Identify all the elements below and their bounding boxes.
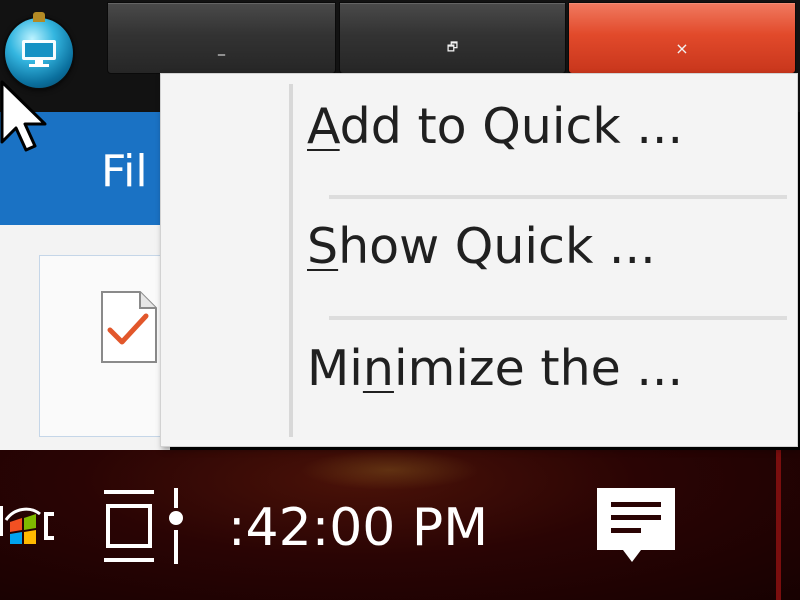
task-view-icon[interactable] [100,488,190,566]
orb-cap [33,12,45,22]
menu-separator [329,316,787,320]
menu-item-mnemonic: A [307,98,340,155]
notification-icon[interactable] [595,486,677,566]
restore-icon: 🗗 [446,39,459,54]
menu-item-label-post: imize the ... [393,340,684,397]
wallpaper-glow [300,450,480,490]
screen: _ 🗗 × Fil Add to Quick ... Show Quick ..… [0,0,800,600]
quick-access-context-menu: Add to Quick ... Show Quick ... Minimize… [160,73,798,447]
task-checkmark-icon[interactable] [100,290,158,364]
close-button[interactable]: × [568,2,796,74]
menu-item-add-to-quick-access[interactable]: Add to Quick ... [307,92,787,162]
menu-separator [329,195,787,199]
menu-item-minimize-ribbon[interactable]: Minimize the ... [307,334,787,404]
taskbar-edge [776,450,781,600]
menu-item-label-post: how Quick ... [338,218,656,275]
maximize-button[interactable]: 🗗 [339,2,566,74]
menu-gutter-divider [289,84,293,437]
windows-start-icon[interactable] [0,498,56,548]
menu-item-mnemonic: S [307,218,339,275]
taskbar-clock[interactable]: :42:00 PM [228,498,488,558]
mouse-pointer-icon [0,80,47,152]
file-tab-label: Fil [101,146,148,197]
menu-item-mnemonic: n [362,340,394,397]
monitor-icon [22,40,56,67]
menu-item-show-quick-access[interactable]: Show Quick ... [307,212,787,282]
minimize-icon: _ [218,40,225,56]
minimize-button[interactable]: _ [107,2,336,74]
menu-item-label-post: dd to Quick ... [339,98,684,155]
close-icon: × [675,38,689,58]
globe-computer-icon[interactable] [5,12,73,88]
menu-item-label-pre: Mi [307,340,363,397]
